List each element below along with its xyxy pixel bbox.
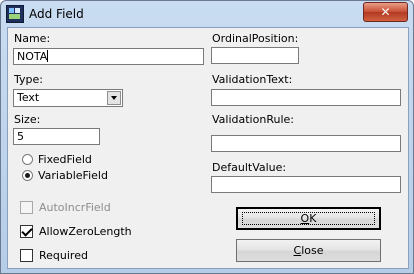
close-icon: ✕: [380, 5, 391, 19]
required-label[interactable]: Required: [39, 249, 88, 262]
window-title: Add Field: [29, 7, 84, 21]
validation-rule-input[interactable]: [211, 135, 401, 152]
name-label: Name:: [14, 32, 51, 45]
close-button[interactable]: Close: [236, 239, 381, 262]
size-value: 5: [17, 130, 24, 143]
variable-field-radio[interactable]: [22, 170, 33, 181]
ordinal-position-input[interactable]: [211, 47, 299, 64]
required-checkbox[interactable]: [20, 249, 33, 262]
type-select[interactable]: Text: [13, 89, 123, 107]
ok-button[interactable]: OK: [236, 207, 381, 230]
text-caret: [47, 50, 49, 62]
dialog-body: Name: NOTA Type: Text Size: 5 FixedField…: [7, 27, 409, 269]
title-bar[interactable]: Add Field ✕: [1, 1, 413, 27]
size-label: Size:: [14, 113, 41, 126]
type-selected-value: Text: [17, 91, 40, 104]
name-input[interactable]: NOTA: [13, 48, 204, 65]
auto-incr-field-checkbox: [20, 201, 33, 214]
validation-rule-label: ValidationRule:: [212, 113, 294, 126]
variable-field-label[interactable]: VariableField: [38, 169, 108, 182]
ordinal-position-label: OrdinalPosition:: [212, 32, 299, 45]
default-value-input[interactable]: [211, 176, 401, 193]
close-label: lose: [301, 244, 324, 257]
type-label: Type:: [14, 73, 43, 86]
validation-text-input[interactable]: [211, 89, 401, 106]
focus-rectangle: [242, 212, 375, 225]
validation-text-label: ValidationText:: [212, 73, 293, 86]
fixed-field-label[interactable]: FixedField: [38, 153, 92, 166]
default-value-label: DefaultValue:: [212, 161, 287, 174]
size-input[interactable]: 5: [13, 128, 100, 145]
app-icon: [6, 5, 24, 23]
allow-zero-length-label[interactable]: AllowZeroLength: [39, 225, 132, 238]
allow-zero-length-checkbox[interactable]: [20, 225, 33, 238]
fixed-field-radio[interactable]: [22, 154, 33, 165]
auto-incr-field-label: AutoIncrField: [39, 201, 111, 214]
name-value: NOTA: [17, 50, 48, 63]
add-field-dialog: Add Field ✕ Name: NOTA Type: Text Size: …: [0, 0, 414, 274]
close-window-button[interactable]: ✕: [363, 2, 408, 22]
chevron-down-icon[interactable]: [107, 91, 121, 105]
